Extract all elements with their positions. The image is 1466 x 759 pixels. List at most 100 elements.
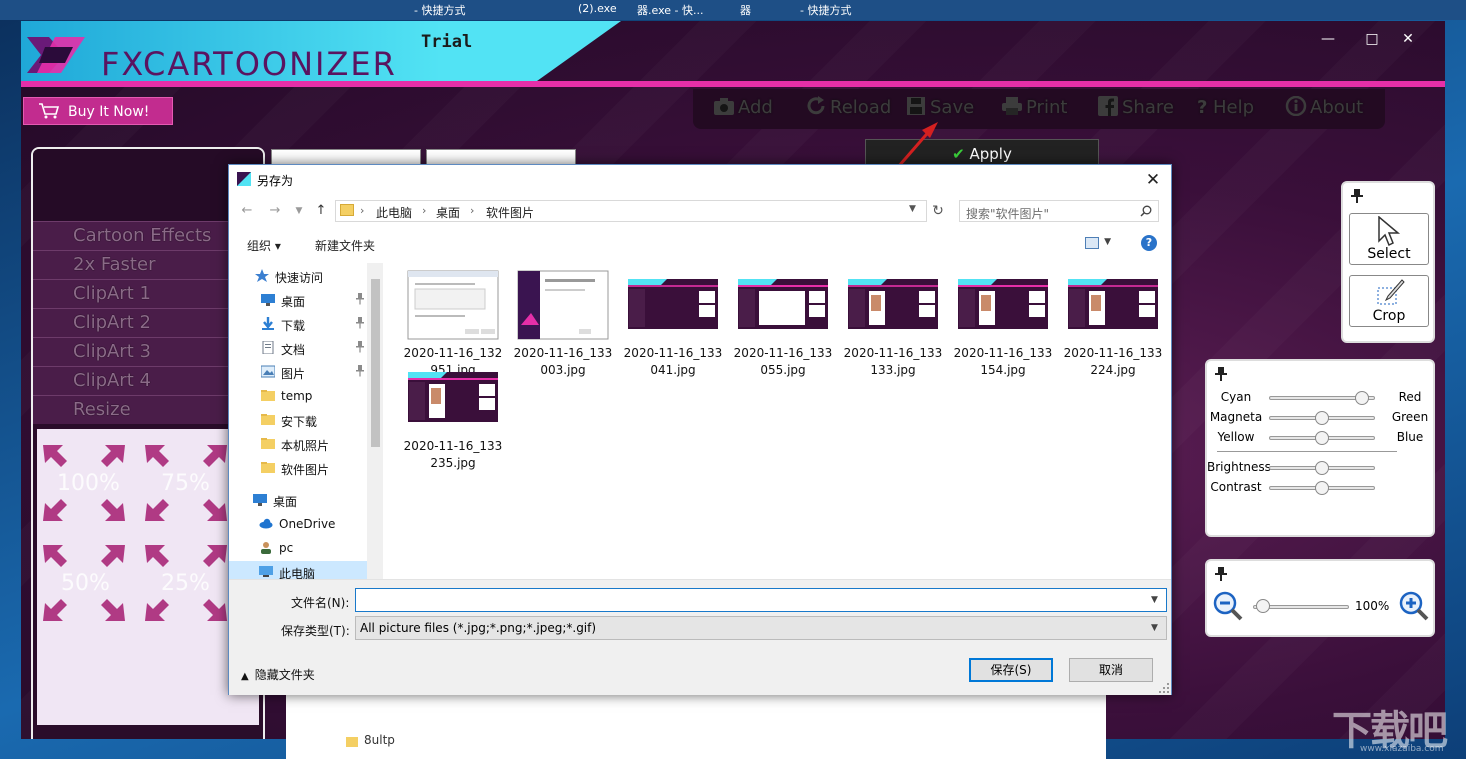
buy-now-button[interactable]: Buy It Now! xyxy=(23,97,173,125)
about-button[interactable]: About xyxy=(1285,95,1363,121)
resize-arrows-icon[interactable] xyxy=(37,429,259,629)
pin-icon[interactable] xyxy=(355,293,365,305)
nav-item-label: temp xyxy=(281,389,313,403)
zoom-out-icon[interactable] xyxy=(1213,591,1243,621)
nav-item[interactable]: 此电脑 xyxy=(229,561,369,579)
file-item[interactable]: 2020-11-16_133 224.jpg xyxy=(1061,269,1165,377)
add-button[interactable]: Add xyxy=(713,95,773,121)
file-item[interactable]: 2020-11-16_133 235.jpg xyxy=(401,362,505,470)
taskbar-item[interactable]: - 快捷方式 xyxy=(800,2,851,18)
help-icon[interactable]: ? xyxy=(1141,235,1157,251)
resize-75-label[interactable]: 75% xyxy=(161,471,210,496)
filetype-select[interactable]: All picture files (*.jpg;*.png;*.jpeg;*.… xyxy=(355,616,1167,640)
cart-icon xyxy=(39,103,60,119)
crop-tool-button[interactable]: Crop xyxy=(1349,275,1429,327)
nav-item[interactable]: 软件图片 xyxy=(229,457,369,479)
taskbar-item[interactable]: - 快捷方式 xyxy=(414,2,465,18)
camera-plus-icon xyxy=(714,98,734,115)
file-item[interactable]: 2020-11-16_133 055.jpg xyxy=(731,269,835,377)
breadcrumb-desktop[interactable]: 桌面 xyxy=(436,204,460,221)
image-tab[interactable] xyxy=(426,149,576,165)
file-item[interactable]: 2020-11-16_133 133.jpg xyxy=(841,269,945,377)
save-button[interactable]: 保存(S) xyxy=(969,658,1053,682)
zoom-in-icon[interactable] xyxy=(1399,591,1429,621)
brightness-slider-row: Brightness xyxy=(1207,459,1433,477)
reload-button[interactable]: Reload xyxy=(805,95,891,121)
taskbar-item[interactable]: (2).exe xyxy=(578,2,617,15)
pin-icon[interactable] xyxy=(355,317,365,329)
dialog-bottom-area: 文件名(N): ▼ 保存类型(T): All picture files (*.… xyxy=(229,579,1171,695)
dialog-close-button[interactable]: ✕ xyxy=(1141,168,1165,192)
resize-25-label[interactable]: 25% xyxy=(161,571,210,596)
resize-grip-icon[interactable] xyxy=(1159,683,1169,693)
pin-icon[interactable] xyxy=(355,365,365,377)
question-icon: ? xyxy=(1197,97,1208,118)
search-input[interactable]: 搜索"软件图片" xyxy=(959,200,1159,222)
address-bar[interactable]: › 此电脑 › 桌面 › 软件图片 xyxy=(335,200,927,222)
filename-input[interactable] xyxy=(355,588,1167,612)
nav-item[interactable]: 下载 xyxy=(229,313,369,335)
pin-icon[interactable] xyxy=(1351,189,1363,203)
history-dropdown-icon[interactable]: ▼ xyxy=(291,203,307,219)
filetype-label: 保存类型(T): xyxy=(281,624,350,638)
nav-item[interactable]: 文档 xyxy=(229,337,369,359)
up-arrow-icon[interactable]: ↑ xyxy=(313,203,329,219)
nav-item[interactable]: OneDrive xyxy=(229,513,369,535)
nav-item[interactable]: temp xyxy=(229,385,369,407)
maximize-button[interactable]: □ xyxy=(1359,29,1385,49)
nav-item[interactable]: 图片 xyxy=(229,361,369,383)
image-tab[interactable] xyxy=(271,149,421,165)
breadcrumb-this-pc[interactable]: 此电脑 xyxy=(376,204,412,221)
zoom-slider-thumb[interactable] xyxy=(1255,599,1270,613)
nav-item[interactable]: 安下载 xyxy=(229,409,369,431)
folder-icon xyxy=(261,437,275,450)
hide-folders-toggle[interactable]: ▲ 隐藏文件夹 xyxy=(241,666,315,683)
refresh-icon[interactable]: ↻ xyxy=(929,202,947,220)
forward-arrow-icon[interactable]: → xyxy=(267,203,283,219)
save-as-dialog: 另存为 ✕ ← → ▼ ↑ › 此电脑 › 桌面 › 软件图片 ▼ ↻ 搜索"软… xyxy=(228,164,1172,695)
background-explorer-window: 8ultp xyxy=(286,695,1106,759)
file-item[interactable]: 2020-11-16_133 154.jpg xyxy=(951,269,1055,377)
breadcrumb-software-images[interactable]: 软件图片 xyxy=(486,204,534,221)
back-arrow-icon[interactable]: ← xyxy=(239,203,255,219)
taskbar-item[interactable]: 器 xyxy=(740,2,751,18)
nav-item[interactable]: 桌面 xyxy=(229,289,369,311)
organize-button[interactable]: 组织 ▾ xyxy=(247,237,281,254)
new-folder-button[interactable]: 新建文件夹 xyxy=(315,237,375,254)
background-taskbar: - 快捷方式 (2).exe 器.exe - 快... 器 - 快捷方式 xyxy=(0,0,1466,20)
file-name-line: 003.jpg xyxy=(540,363,586,377)
magenta-green-slider-thumb[interactable] xyxy=(1315,411,1329,425)
resize-50-label[interactable]: 50% xyxy=(61,571,110,596)
select-tool-button[interactable]: Select xyxy=(1349,213,1429,265)
cancel-button[interactable]: 取消 xyxy=(1069,658,1153,682)
nav-item[interactable]: 本机照片 xyxy=(229,433,369,455)
cyan-red-slider-thumb[interactable] xyxy=(1355,391,1370,405)
resize-100-label[interactable]: 100% xyxy=(57,471,120,496)
save-toolbar-button[interactable]: Save xyxy=(905,95,974,121)
share-button[interactable]: Share xyxy=(1097,95,1174,121)
file-item[interactable]: 2020-11-16_133 003.jpg xyxy=(511,269,615,377)
pin-icon[interactable] xyxy=(1215,567,1227,581)
file-name-line: 2020-11-16_133 xyxy=(403,439,503,453)
address-dropdown-icon[interactable]: ▼ xyxy=(909,204,916,214)
nav-item[interactable]: 快速访问 xyxy=(229,265,369,287)
filetype-dropdown-icon[interactable]: ▼ xyxy=(1151,623,1158,633)
pin-icon[interactable] xyxy=(355,341,365,353)
file-item[interactable]: 2020-11-16_133 041.jpg xyxy=(621,269,725,377)
view-options-icon[interactable] xyxy=(1085,237,1099,249)
yellow-blue-slider-thumb[interactable] xyxy=(1315,431,1329,445)
filename-dropdown-icon[interactable]: ▼ xyxy=(1151,595,1158,605)
pin-icon[interactable] xyxy=(1215,367,1227,381)
brightness-slider-thumb[interactable] xyxy=(1315,461,1329,475)
view-dropdown-icon[interactable]: ▼ xyxy=(1104,237,1111,247)
nav-item[interactable]: 桌面 xyxy=(229,489,369,511)
help-button[interactable]: ? Help xyxy=(1197,95,1254,121)
minimize-button[interactable]: — xyxy=(1315,29,1341,49)
print-button[interactable]: Print xyxy=(1001,95,1067,121)
taskbar-item[interactable]: 器.exe - 快... xyxy=(637,2,703,18)
file-item[interactable]: 2020-11-16_132 951.jpg xyxy=(401,269,505,377)
nav-item[interactable]: pc xyxy=(229,537,369,559)
close-button[interactable]: ✕ xyxy=(1395,29,1421,49)
contrast-slider-thumb[interactable] xyxy=(1315,481,1329,495)
navigation-scrollbar-thumb[interactable] xyxy=(371,279,380,447)
